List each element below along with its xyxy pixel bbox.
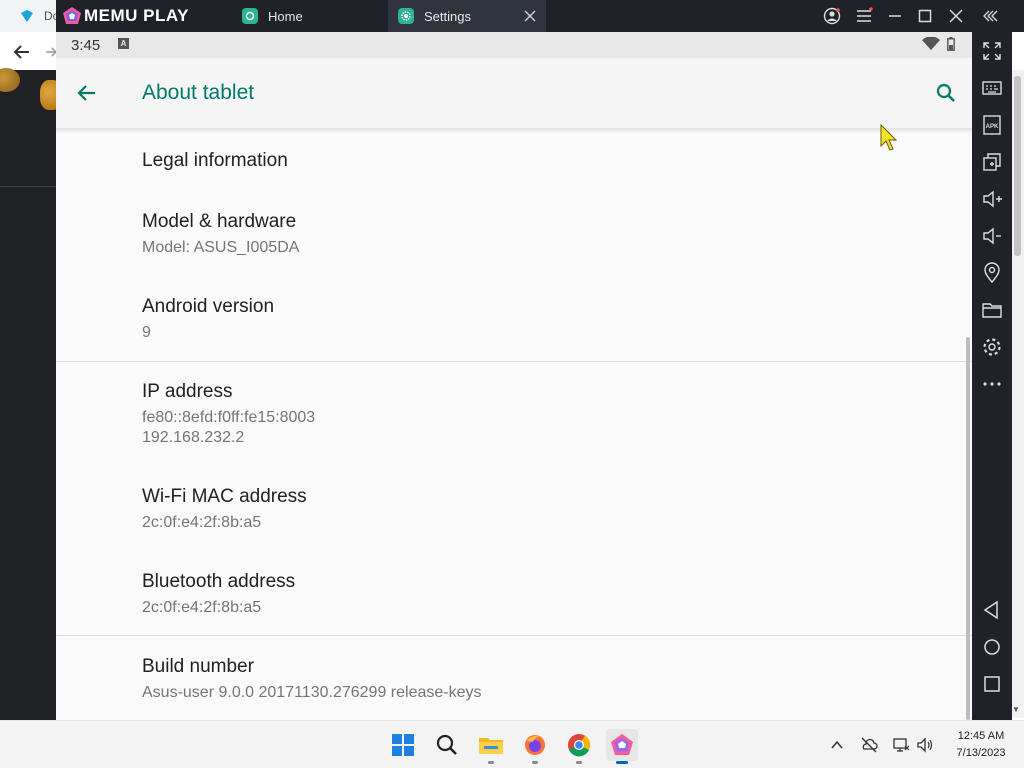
- minimize-icon[interactable]: [886, 7, 904, 25]
- pref-model-hardware[interactable]: Model & hardware Model: ASUS_I005DA: [142, 211, 299, 258]
- mouse-cursor-icon: [880, 124, 898, 151]
- pref-title: Model & hardware: [142, 211, 297, 232]
- taskbar-firefox[interactable]: [519, 729, 551, 764]
- android-back-icon[interactable]: [981, 599, 1003, 621]
- active-indicator: [616, 761, 628, 764]
- tab-label: Home: [268, 8, 303, 24]
- memu-icon: [611, 734, 633, 755]
- pref-ip-address[interactable]: IP address fe80::8efd:f0ff:fe15:8003 192…: [142, 381, 315, 448]
- search-button[interactable]: [431, 729, 463, 761]
- fullscreen-icon[interactable]: [981, 40, 1003, 62]
- pref-title: Wi-Fi MAC address: [142, 486, 307, 507]
- volume-up-icon[interactable]: [981, 188, 1003, 210]
- pref-summary: Model: ASUS_I005DA: [142, 239, 300, 256]
- wifi-icon: [922, 37, 940, 50]
- network-icon[interactable]: [892, 736, 910, 754]
- android-screen: 3:45 A About tablet Legal information Mo…: [56, 32, 972, 720]
- close-icon[interactable]: [947, 7, 965, 25]
- divider: [56, 635, 972, 636]
- pref-summary: Asus-user 9.0.0 20171130.276299 release-…: [142, 684, 482, 701]
- pref-title: Build number: [142, 656, 254, 677]
- tab-label: Settings: [424, 8, 471, 24]
- close-tab-icon[interactable]: [522, 8, 538, 24]
- tab-settings[interactable]: Settings: [388, 0, 546, 32]
- back-arrow-icon[interactable]: [76, 82, 98, 104]
- file-explorer-icon: [479, 738, 503, 754]
- volume-icon[interactable]: [916, 736, 934, 754]
- clock-time[interactable]: 12:45 AM: [950, 730, 1012, 742]
- pref-title: IP address: [142, 381, 233, 402]
- taskbar-memu[interactable]: [606, 729, 638, 764]
- memu-logo-icon: [63, 7, 81, 24]
- scrollbar-thumb[interactable]: [1014, 76, 1021, 256]
- pref-title: Bluetooth address: [142, 571, 296, 592]
- show-hidden-icons-icon[interactable]: [828, 736, 846, 754]
- android-home-icon[interactable]: [981, 636, 1003, 658]
- running-indicator: [532, 761, 538, 764]
- pref-bluetooth-address[interactable]: Bluetooth address 2c:0f:e4:2f:8b:a5: [142, 571, 295, 618]
- android-recents-icon[interactable]: [981, 673, 1003, 695]
- svg-text:APK: APK: [986, 124, 999, 130]
- pref-summary: 9: [142, 324, 151, 341]
- android-status-bar: 3:45 A: [56, 32, 972, 58]
- pref-build-number[interactable]: Build number Asus-user 9.0.0 20171130.27…: [142, 656, 481, 703]
- app-bar: About tablet: [56, 58, 972, 130]
- pref-summary: 2c:0f:e4:2f:8b:a5: [142, 599, 262, 616]
- collapse-sidebar-icon[interactable]: [982, 7, 1000, 25]
- chrome-icon: [568, 734, 591, 757]
- folder-icon[interactable]: [981, 299, 1003, 321]
- running-indicator: [576, 761, 582, 764]
- browser-back-icon[interactable]: [12, 42, 32, 62]
- start-icon: [392, 734, 414, 756]
- firefox-icon: [525, 735, 545, 755]
- clock-date[interactable]: 7/13/2023: [950, 747, 1012, 759]
- ip-address-line: fe80::8efd:f0ff:fe15:8003: [142, 409, 316, 426]
- more-icon[interactable]: [981, 373, 1003, 395]
- divider: [0, 186, 60, 187]
- tab-favicon-icon: [21, 10, 33, 22]
- settings-app-icon: [398, 8, 414, 24]
- ip-address-line: 192.168.232.2: [142, 429, 245, 446]
- page-title: About tablet: [142, 81, 255, 104]
- pref-summary: fe80::8efd:f0ff:fe15:8003 192.168.232.2: [142, 408, 315, 448]
- keyboard-icon[interactable]: [981, 77, 1003, 99]
- search-icon[interactable]: [934, 81, 958, 105]
- battery-icon: [947, 37, 955, 51]
- multi-instance-icon[interactable]: [981, 151, 1003, 173]
- search-icon: [436, 734, 457, 755]
- apk-icon[interactable]: APK: [981, 114, 1003, 136]
- pref-title: Legal information: [142, 150, 288, 171]
- pref-title: Android version: [142, 296, 275, 317]
- emulator-titlebar: MEMU PLAY Home Settings: [56, 0, 1024, 32]
- pref-android-version[interactable]: Android version 9: [142, 296, 274, 343]
- status-time: 3:45: [71, 37, 101, 54]
- pref-legal-information[interactable]: Legal information: [142, 150, 288, 172]
- pref-summary: 2c:0f:e4:2f:8b:a5: [142, 514, 262, 531]
- taskbar-chrome[interactable]: [563, 729, 595, 764]
- start-button[interactable]: [387, 729, 419, 761]
- menu-icon[interactable]: [855, 7, 873, 25]
- volume-down-icon[interactable]: [981, 225, 1003, 247]
- notification-icon: A: [118, 38, 129, 49]
- location-icon[interactable]: [981, 262, 1003, 284]
- tab-home[interactable]: Home: [232, 0, 388, 32]
- taskbar-file-explorer[interactable]: [475, 729, 507, 764]
- android-scrollbar[interactable]: [966, 337, 970, 720]
- emulator-sidebar: APK: [972, 32, 1012, 720]
- pref-wifi-mac-address[interactable]: Wi-Fi MAC address 2c:0f:e4:2f:8b:a5: [142, 486, 307, 533]
- onedrive-offline-icon[interactable]: [860, 736, 878, 754]
- scroll-down-icon[interactable]: ▼: [1012, 705, 1020, 714]
- account-icon[interactable]: [823, 7, 841, 25]
- app-bar-shadow: [56, 128, 972, 134]
- memu-brand: MEMU PLAY: [84, 6, 189, 25]
- windows-taskbar: 12:45 AM 7/13/2023: [0, 720, 1024, 768]
- maximize-icon[interactable]: [916, 7, 934, 25]
- background-tab-strip: Do: [0, 0, 60, 32]
- background-page-content: [0, 70, 60, 728]
- running-indicator: [488, 761, 494, 764]
- divider: [56, 361, 972, 362]
- settings-gear-icon[interactable]: [981, 336, 1003, 358]
- home-app-icon: [242, 8, 258, 24]
